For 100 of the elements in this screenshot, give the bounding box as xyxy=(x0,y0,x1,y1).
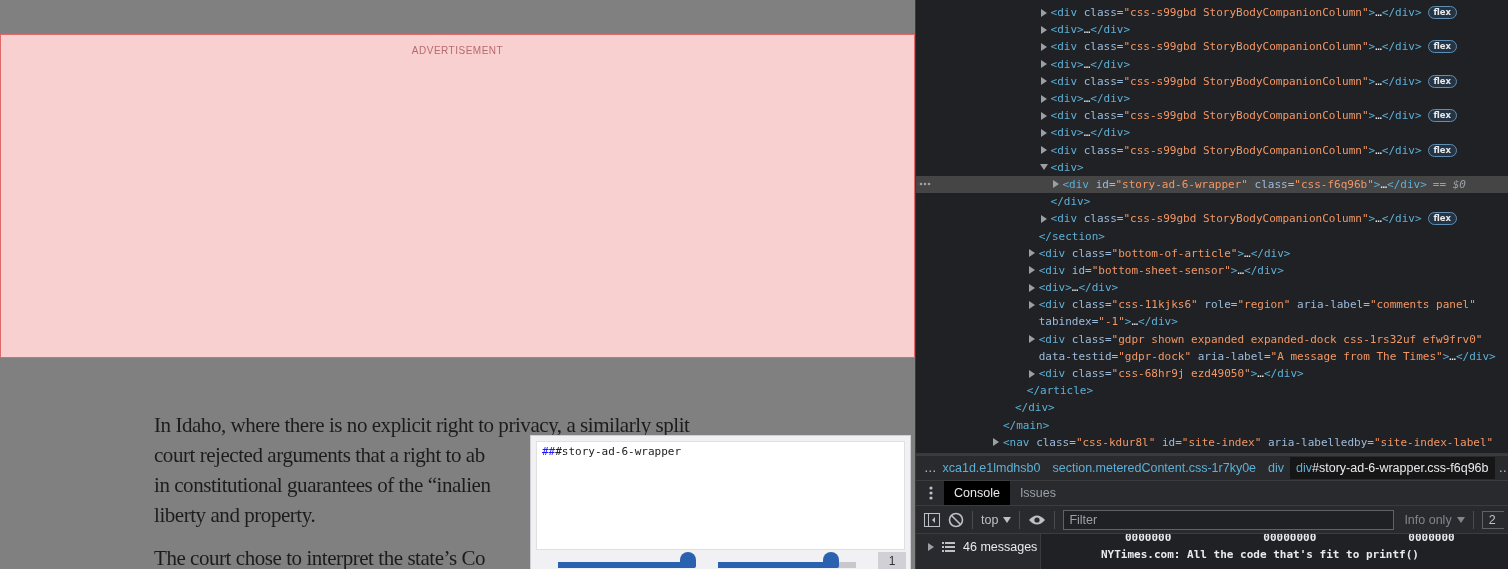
collapsed-triangle-icon[interactable] xyxy=(1039,60,1048,69)
tree-row[interactable]: <div class="css-s99gbd StoryBodyCompanionColumn">…</div> flex xyxy=(916,4,1508,22)
flex-badge[interactable]: flex xyxy=(1427,109,1458,123)
caret-icon xyxy=(1456,516,1465,523)
tree-row[interactable]: <div class="bottom-of-article">…</div> xyxy=(916,244,1508,262)
messages-group[interactable]: 46 messages xyxy=(916,534,1040,554)
tree-row[interactable]: <div class="css-s99gbd StoryBodyCompanionColumn">…</div> flex xyxy=(916,72,1508,90)
code-line: <nav class="css-kdur8l" id="site-index" aria-labelledby="site-index-label" xyxy=(1003,435,1494,449)
code-line: <div id="story-ad-6-wrapper" class="css-f6q96b">…</div> xyxy=(1062,177,1427,191)
collapsed-triangle-icon xyxy=(928,543,934,551)
article-text: The court chose to interpret the state’s Co xyxy=(154,545,486,569)
collapsed-triangle-icon[interactable] xyxy=(1051,180,1060,189)
tree-row[interactable]: </div> xyxy=(916,193,1508,211)
eye-icon[interactable] xyxy=(1028,513,1047,526)
tree-row[interactable]: <div>…</div> xyxy=(916,89,1508,108)
tree-row[interactable]: <div class="css-s99gbd StoryBodyCompanionColumn">…</div> flex xyxy=(916,107,1508,125)
more-crumbs-button[interactable]: … xyxy=(916,461,943,475)
code-line: <div class="css-s99gbd StoryBodyCompanionColumn">…</div> xyxy=(1050,40,1422,54)
collapsed-triangle-icon[interactable] xyxy=(992,438,1000,447)
flex-badge[interactable]: flex xyxy=(1427,212,1458,226)
code-line: <div class="bottom-of-article">…</div> xyxy=(1038,246,1291,260)
tree-row[interactable]: <div class="css-s99gbd StoryBodyCompanionColumn">…</div> flex xyxy=(916,141,1508,159)
kebab-menu-icon[interactable] xyxy=(929,486,933,500)
tree-row[interactable]: <div class="css-s99gbd StoryBodyCompanionColumn">…</div> flex xyxy=(916,210,1508,228)
console-message: NYTimes.com: All the code that's fit to printf() xyxy=(1100,547,1420,561)
collapsed-triangle-icon[interactable] xyxy=(1039,214,1048,223)
panel-tab[interactable]: Console xyxy=(944,481,1010,505)
flex-badge[interactable]: flex xyxy=(1427,143,1458,157)
code-line: data-testid="gdpr-dock" aria-label="A message from The Times">…</div> xyxy=(1038,349,1496,363)
collapsed-triangle-icon[interactable] xyxy=(1039,25,1048,34)
code-line: tabindex="-1">…</div> xyxy=(1038,315,1178,329)
collapsed-triangle-icon[interactable] xyxy=(1027,369,1036,378)
breadcrumb[interactable]: section.meteredContent.css-1r7ky0e xyxy=(1046,457,1263,479)
clear-console-icon[interactable] xyxy=(948,511,964,528)
tree-row[interactable]: <div>…</div> xyxy=(916,279,1508,297)
panel-tab[interactable]: Issues xyxy=(1009,481,1066,505)
tree-row[interactable]: <div> xyxy=(916,158,1508,176)
code-line: <div> xyxy=(1050,160,1084,174)
flex-badge[interactable]: flex xyxy=(1427,6,1458,20)
code-line: <div class="gdpr shown expanded expanded-dock css-1rs32uf efw9frv0" xyxy=(1038,332,1483,346)
collapsed-triangle-icon[interactable] xyxy=(1039,128,1048,137)
collapsed-triangle-icon[interactable] xyxy=(1027,249,1036,258)
code-line: <div class="css-s99gbd StoryBodyCompanionColumn">…</div> xyxy=(1050,212,1422,226)
code-line: <div>…</div> xyxy=(1050,57,1131,71)
breadcrumb[interactable]: xca1d.e1lmdhsb0 xyxy=(942,457,1047,479)
collapsed-triangle-icon[interactable] xyxy=(1027,283,1036,292)
collapsed-triangle-icon[interactable] xyxy=(1027,335,1036,344)
tree-row[interactable]: <div>…</div> xyxy=(916,124,1508,142)
context-dropdown[interactable]: top xyxy=(981,512,1012,527)
tree-row[interactable]: <div id="story-ad-6-wrapper" class="css-f6q96b">…</div> == $0 xyxy=(916,175,1508,194)
more-crumbs-button[interactable]: … xyxy=(1494,461,1508,475)
sidebar-toggle-icon[interactable] xyxy=(924,512,940,527)
list-icon xyxy=(942,542,955,552)
flex-badge[interactable]: flex xyxy=(1427,40,1458,54)
tree-row[interactable]: </article> xyxy=(916,382,1508,400)
collapsed-triangle-icon[interactable] xyxy=(1039,77,1048,86)
collapsed-triangle-icon[interactable] xyxy=(1039,146,1048,155)
collapsed-triangle-icon[interactable] xyxy=(1039,94,1048,103)
tree-row[interactable]: <div class="css-s99gbd StoryBodyCompanionColumn">…</div> flex xyxy=(916,38,1508,56)
collapsed-triangle-icon[interactable] xyxy=(1027,266,1036,275)
collapsed-triangle-icon[interactable] xyxy=(1039,111,1048,120)
collapsed-triangle-icon[interactable] xyxy=(1039,8,1048,17)
article-text: liberty and property. xyxy=(154,502,316,529)
tree-row[interactable]: <div class="gdpr shown expanded expanded-dock css-1rs32uf efw9frv0" xyxy=(916,330,1508,348)
article-text: in constitutional guarantees of the “inalien xyxy=(154,472,491,499)
tree-row[interactable]: <div class="css-68hr9j ezd49050">…</div> xyxy=(916,364,1508,383)
code-line: <div class="css-68hr9j ezd49050">…</div> xyxy=(1038,367,1304,381)
levels-dropdown[interactable]: Info only xyxy=(1404,512,1465,527)
article-text: In Idaho, where there is no explicit right to privacy, a similarly split xyxy=(154,412,690,439)
tree-row[interactable]: <div class="css-11kjks6" role="region" aria-label="comments panel" xyxy=(916,296,1508,314)
tree-row[interactable]: </main> xyxy=(916,416,1508,434)
tree-row[interactable]: </div> xyxy=(916,399,1508,417)
issues-count[interactable]: 2 xyxy=(1481,510,1504,529)
breadcrumb[interactable]: div xyxy=(1262,457,1291,479)
code-line: </section> xyxy=(1038,229,1105,243)
tree-row[interactable]: </section> xyxy=(916,227,1508,245)
tree-row[interactable]: tabindex="-1">…</div> xyxy=(916,313,1508,331)
filter-field[interactable]: Filter xyxy=(1063,509,1395,530)
tree-row[interactable]: <div>…</div> xyxy=(916,21,1508,39)
caret-icon xyxy=(1003,516,1012,523)
tree-row[interactable]: <div>…</div> xyxy=(916,55,1508,73)
ad-label: ADVERTISEMENT xyxy=(411,45,504,56)
code-line: <div class="css-11kjks6" role="region" aria-label="comments panel" xyxy=(1038,298,1476,312)
tree-row[interactable]: data-testid="gdpr-dock" aria-label="A message from The Times">…</div> xyxy=(916,347,1508,365)
collapsed-triangle-icon[interactable] xyxy=(1027,300,1036,309)
tree-row[interactable]: <div id="bottom-sheet-sensor">…</div> xyxy=(916,261,1508,279)
code-line: <div>…</div> xyxy=(1050,23,1131,37)
expanded-triangle-icon[interactable] xyxy=(1039,163,1048,172)
code-line: <div>…</div> xyxy=(1050,92,1131,106)
code-line: <div class="css-s99gbd StoryBodyCompanionColumn">…</div> xyxy=(1050,74,1422,88)
counter: 1 xyxy=(878,552,906,569)
code-line: </div> xyxy=(1050,195,1091,209)
article-text: court rejected arguments that a right to ab xyxy=(154,442,485,469)
tree-row[interactable]: <nav class="css-kdur8l" id="site-index" aria-labelledby="site-index-label" xyxy=(916,433,1508,451)
collapsed-triangle-icon[interactable] xyxy=(1039,42,1048,51)
code-line: <div class="css-s99gbd StoryBodyCompanionColumn">…</div> xyxy=(1050,109,1422,123)
flex-badge[interactable]: flex xyxy=(1427,74,1458,88)
code-line: <div class="css-s99gbd StoryBodyCompanionColumn">…</div> xyxy=(1050,143,1422,157)
code-line: </article> xyxy=(1026,384,1094,398)
breadcrumb[interactable]: div#story-ad-6-wrapper.css-f6q96b xyxy=(1290,457,1495,479)
